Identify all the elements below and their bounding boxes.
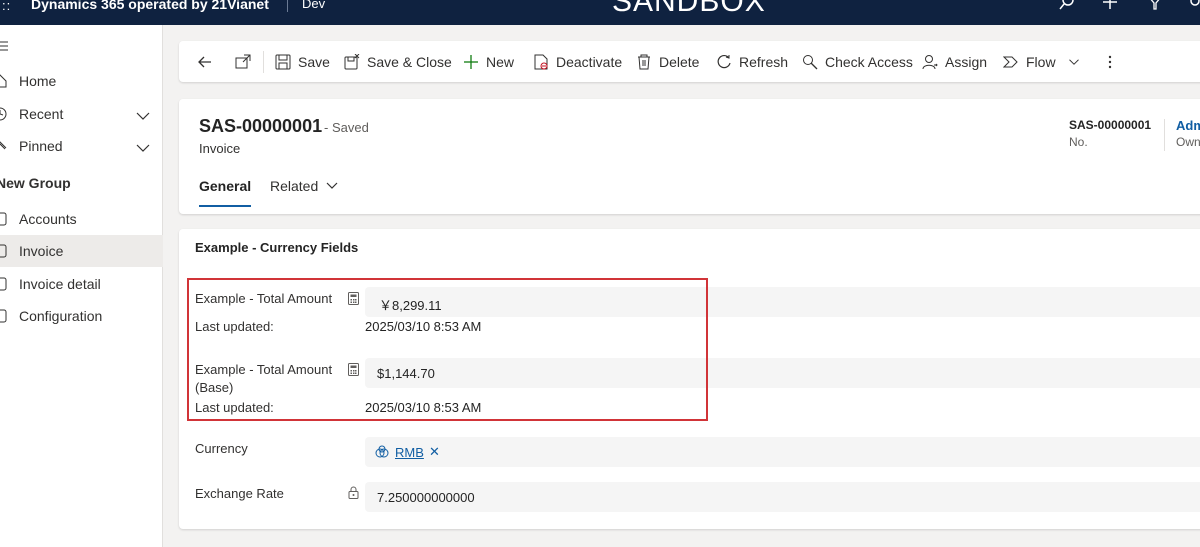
sidebar-item-label: Pinned	[19, 138, 63, 154]
header-field-label: No.	[1069, 135, 1088, 149]
new-label: New	[486, 53, 515, 70]
assign-label: Assign	[945, 53, 988, 70]
sidebar-item-label: Accounts	[19, 211, 77, 227]
currency-label: Currency	[195, 441, 248, 456]
lock-icon	[348, 486, 359, 499]
settings-icon[interactable]	[1188, 0, 1200, 11]
plus-icon[interactable]	[1101, 0, 1119, 11]
puzzle-icon	[0, 212, 7, 226]
plus-icon	[464, 54, 478, 69]
delete-button[interactable]: Delete	[636, 41, 699, 82]
header-divider	[1164, 119, 1165, 151]
command-bar: Save Save & Close New Deactivate Delete …	[179, 41, 1200, 82]
currency-lookup-icon	[375, 445, 389, 459]
back-button[interactable]	[197, 41, 220, 82]
flow-icon	[1003, 56, 1018, 67]
sidebar-item-label: Invoice	[19, 243, 64, 259]
sidebar-group-title: New Group	[0, 175, 71, 191]
puzzle-icon	[0, 244, 7, 258]
entity-name: Invoice	[199, 141, 241, 156]
save-button[interactable]: Save	[275, 41, 330, 82]
sidebar-item-pinned[interactable]: Pinned	[0, 130, 163, 162]
top-bar: :: Dynamics 365 operated by 21Vianet Dev…	[0, 0, 1200, 25]
refresh-label: Refresh	[739, 53, 789, 70]
sidebar-item-home[interactable]: Home	[0, 65, 163, 97]
sidebar-item-recent[interactable]: Recent	[0, 98, 163, 130]
sidebar-item-accounts[interactable]: Accounts	[0, 203, 163, 235]
save-label: Save	[298, 53, 330, 70]
open-new-window-button[interactable]	[235, 41, 258, 82]
more-vertical-icon	[1108, 55, 1112, 68]
filter-icon[interactable]	[1146, 0, 1164, 11]
chevron-down-icon[interactable]	[1068, 56, 1080, 68]
more-commands-button[interactable]	[1107, 41, 1130, 82]
command-divider	[263, 51, 264, 73]
clock-icon	[0, 107, 7, 121]
exchange-rate-value: 7.250000000000	[377, 490, 475, 505]
flow-label: Flow	[1026, 53, 1056, 70]
owner-label: Owne	[1176, 135, 1200, 149]
sidebar-item-label: Recent	[19, 106, 64, 122]
person-icon	[922, 54, 938, 69]
exchange-rate-label: Exchange Rate	[195, 486, 284, 501]
section-title: Example - Currency Fields	[195, 240, 359, 255]
sidebar-item-configuration[interactable]: Configuration	[0, 300, 163, 332]
check-access-button[interactable]: Check Access	[802, 41, 913, 82]
chevron-down-icon[interactable]	[136, 108, 150, 120]
home-icon	[0, 74, 7, 88]
sidebar-item-invoice[interactable]: Invoice	[0, 235, 163, 267]
puzzle-icon	[0, 277, 7, 291]
trash-icon	[638, 54, 650, 69]
tab-general[interactable]: General	[199, 178, 251, 194]
header-field-value: SAS-00000001	[1069, 118, 1152, 132]
sandbox-label: SANDBOX	[612, 0, 766, 18]
check-access-label: Check Access	[825, 53, 913, 70]
new-button[interactable]: New	[463, 41, 514, 82]
delete-label: Delete	[659, 53, 700, 70]
save-status: - Saved	[324, 120, 369, 135]
save-close-icon	[344, 53, 360, 69]
assign-button[interactable]: Assign	[922, 41, 987, 82]
puzzle-icon	[0, 309, 7, 323]
flow-button[interactable]: Flow	[1003, 41, 1087, 82]
key-search-icon	[803, 54, 818, 69]
save-icon	[275, 54, 291, 69]
deactivate-button[interactable]: Deactivate	[533, 41, 622, 82]
save-close-button[interactable]: Save & Close	[344, 41, 452, 82]
app-launcher-icon[interactable]: ::	[2, 0, 11, 12]
sidebar-item-label: Configuration	[19, 308, 103, 324]
sidebar-item-label: Home	[19, 73, 57, 89]
chevron-down-icon	[326, 182, 338, 189]
save-close-label: Save & Close	[367, 53, 452, 70]
exchange-rate-field	[365, 482, 1200, 512]
tab-related[interactable]: Related	[270, 178, 338, 194]
deactivate-label: Deactivate	[556, 53, 623, 70]
currency-field[interactable]	[365, 437, 1200, 467]
pin-icon	[0, 139, 7, 153]
record-header: SAS-00000001 - Saved Invoice General Rel…	[179, 99, 1200, 214]
remove-currency-icon[interactable]: ✕	[429, 444, 440, 460]
highlight-annotation	[187, 278, 708, 421]
search-icon[interactable]	[1058, 0, 1076, 11]
record-title: SAS-00000001	[199, 116, 323, 136]
hamburger-icon[interactable]	[0, 38, 8, 51]
sidebar: Home Recent Pinned New Group Accounts In…	[0, 25, 163, 547]
environment-name: Dev	[302, 0, 326, 11]
app-title[interactable]: Dynamics 365 operated by 21Vianet	[31, 0, 269, 12]
owner-link[interactable]: Adm	[1176, 118, 1200, 133]
tab-related-label: Related	[270, 178, 319, 194]
sidebar-item-label: Invoice detail	[19, 276, 101, 292]
open-new-window-icon	[235, 54, 251, 68]
currency-link[interactable]: RMB	[395, 445, 424, 460]
sidebar-item-invoice-detail[interactable]: Invoice detail	[0, 268, 163, 300]
refresh-button[interactable]: Refresh	[716, 41, 788, 82]
topbar-divider	[287, 0, 288, 12]
chevron-down-icon[interactable]	[136, 140, 150, 152]
refresh-icon	[717, 54, 731, 68]
arrow-left-icon	[198, 56, 211, 67]
active-tab-indicator	[199, 205, 251, 207]
deactivate-icon	[534, 54, 548, 69]
